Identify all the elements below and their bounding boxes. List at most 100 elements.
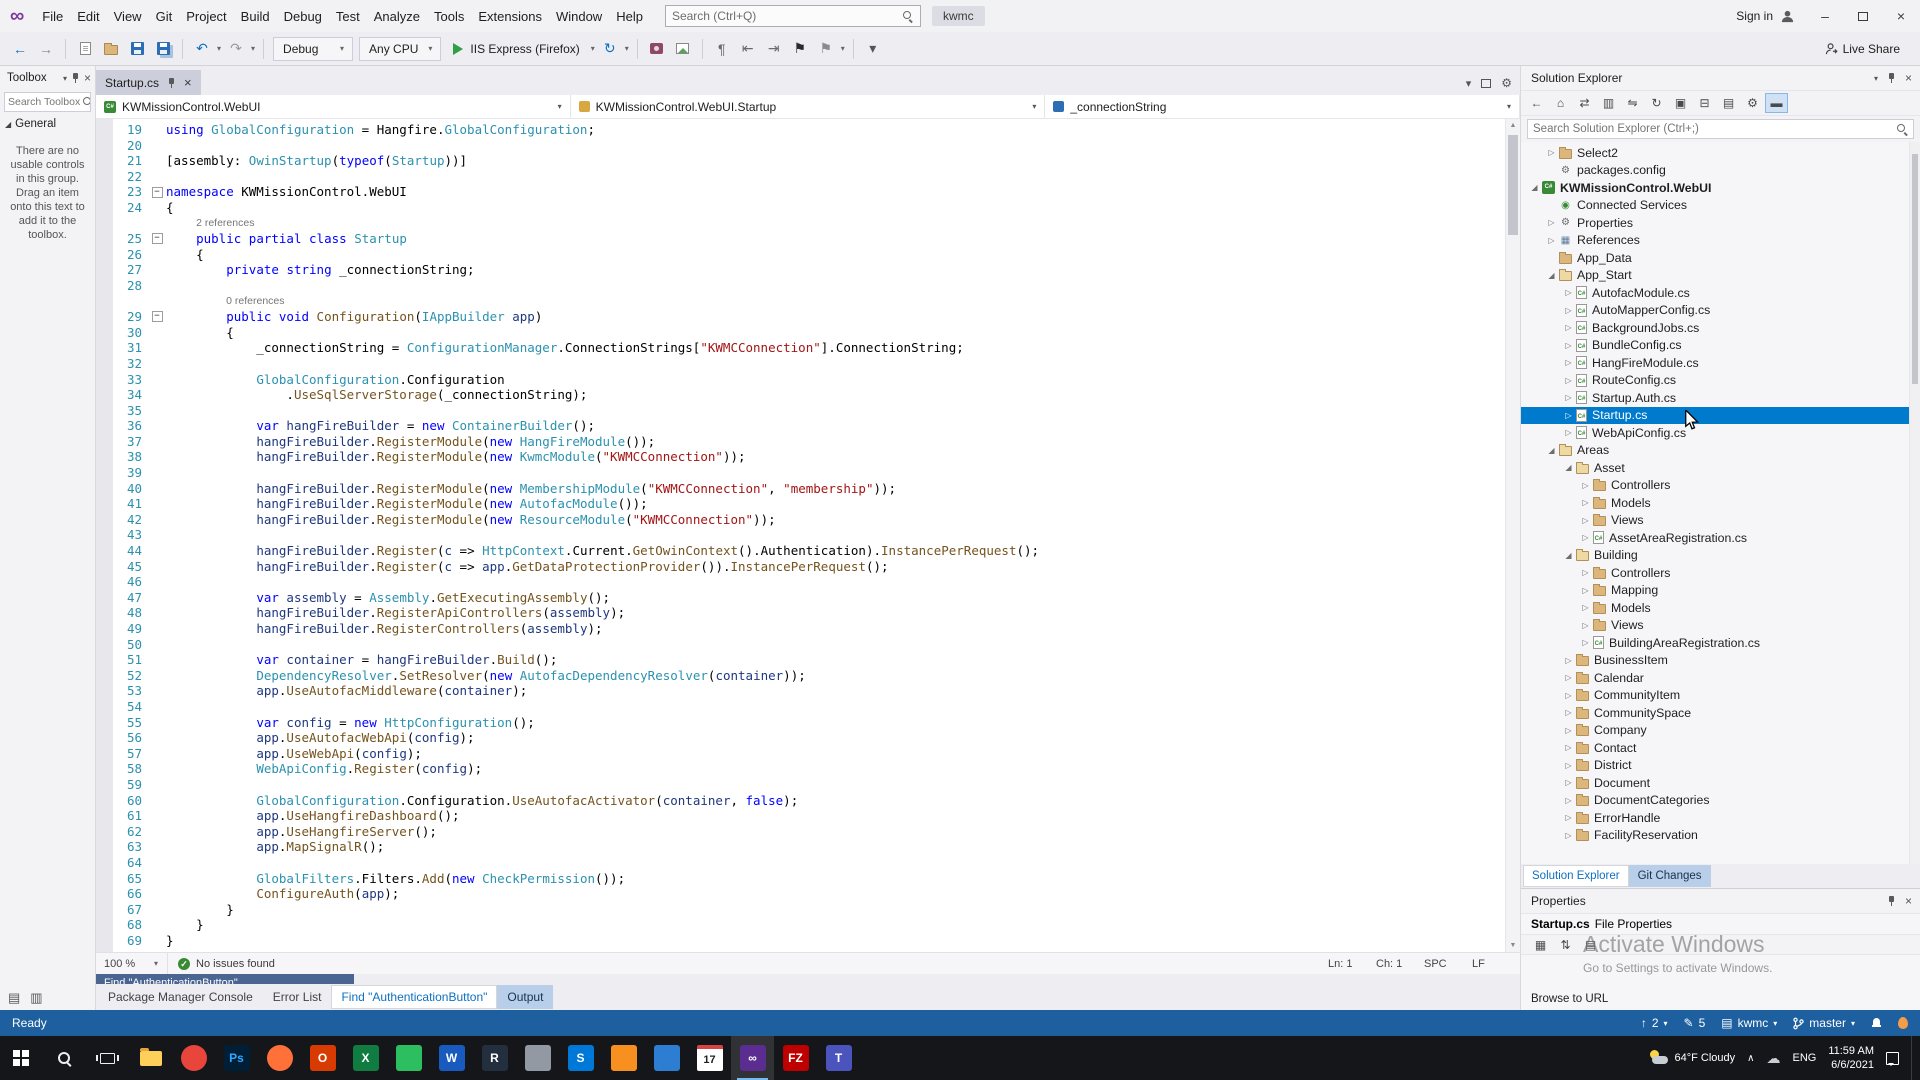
tree-item-document[interactable]: ▷ Document [1521, 774, 1920, 792]
expander-collapsed-icon[interactable]: ▷ [1578, 498, 1593, 507]
tree-item-views[interactable]: ▷ Views [1521, 617, 1920, 635]
taskbar-excel[interactable]: X [344, 1036, 387, 1080]
code-text[interactable]: hangFireBuilder.Register(c => HttpContex… [166, 543, 1039, 559]
panel-tab-find-authenticationbutton[interactable]: Find "AuthenticationButton" [331, 985, 498, 1009]
expander-collapsed-icon[interactable]: ▷ [1561, 411, 1576, 420]
expander-collapsed-icon[interactable]: ▷ [1544, 148, 1559, 157]
code-line[interactable]: 53 app.UseAutofacMiddleware(container); [96, 683, 1505, 699]
code-line[interactable]: 2 references [96, 216, 1505, 232]
code-line[interactable]: 57 app.UseWebApi(config); [96, 746, 1505, 762]
dropdown-caret-icon[interactable]: ▾ [251, 44, 255, 53]
tree-item-startup-auth-cs[interactable]: ▷ Startup.Auth.cs [1521, 389, 1920, 407]
code-text[interactable]: [assembly: OwinStartup(typeof(Startup))] [166, 153, 467, 169]
navigate-forward-icon[interactable]: → [34, 37, 58, 61]
taskbar-search[interactable] [43, 1036, 86, 1080]
dropdown-caret-icon[interactable]: ▾ [217, 44, 221, 53]
expander-expanded-icon[interactable]: ◢ [1544, 271, 1559, 280]
code-line[interactable]: 64 [96, 855, 1505, 871]
code-text[interactable]: public partial class Startup [166, 231, 407, 247]
tree-item-contact[interactable]: ▷ Contact [1521, 739, 1920, 757]
taskbar-calendar[interactable]: 17 [688, 1036, 731, 1080]
tree-item-backgroundjobs-cs[interactable]: ▷ BackgroundJobs.cs [1521, 319, 1920, 337]
pending-changes-filter-icon[interactable]: ▥ [1597, 93, 1620, 113]
image-preview-icon[interactable] [671, 37, 695, 61]
property-pages-icon[interactable]: ▤ [1579, 935, 1602, 955]
code-line[interactable]: 42 hangFireBuilder.RegisterModule(new Re… [96, 512, 1505, 528]
code-line[interactable]: 55 var config = new HttpConfiguration(); [96, 715, 1505, 731]
code-line[interactable]: 20 [96, 138, 1505, 154]
collapse-all-icon[interactable]: ⊟ [1693, 93, 1716, 113]
account-badge[interactable]: kwmc [931, 6, 985, 26]
code-line[interactable]: 27 private string _connectionString; [96, 262, 1505, 278]
code-text[interactable]: private string _connectionString; [166, 262, 474, 278]
tree-item-automapperconfig-cs[interactable]: ▷ AutoMapperConfig.cs [1521, 302, 1920, 320]
weather-widget[interactable]: 64°F Cloudy [1649, 1050, 1735, 1066]
taskbar-visual-studio[interactable]: ∞ [731, 1036, 774, 1080]
code-line[interactable]: 24 { [96, 200, 1505, 216]
menu-tools[interactable]: Tools [427, 5, 471, 28]
code-line[interactable]: 30 { [96, 325, 1505, 341]
solution-configurations-dropdown[interactable]: Debug ▾ [273, 36, 354, 61]
show-desktop-button[interactable] [1911, 1036, 1916, 1080]
expander-collapsed-icon[interactable]: ▷ [1561, 813, 1576, 822]
expander-collapsed-icon[interactable]: ▷ [1561, 708, 1576, 717]
code-line[interactable]: 25− public partial class Startup [96, 231, 1505, 247]
code-text[interactable]: app.UseAutofacMiddleware(container); [166, 683, 527, 699]
code-line[interactable]: 48 hangFireBuilder.RegisterApiController… [96, 605, 1505, 621]
code-text[interactable]: { [166, 200, 174, 216]
menu-file[interactable]: File [35, 5, 70, 28]
pending-changes[interactable]: ✎ 5 [1684, 1016, 1706, 1030]
tree-item-models[interactable]: ▷ Models [1521, 494, 1920, 512]
scrollbar-thumb[interactable] [1912, 154, 1918, 384]
code-text[interactable]: var assembly = Assembly.GetExecutingAsse… [166, 590, 610, 606]
tree-item-hangfiremodule-cs[interactable]: ▷ HangFireModule.cs [1521, 354, 1920, 372]
active-files-dropdown-icon[interactable]: ▾ [1466, 77, 1472, 90]
tree-item-webapiconfig-cs[interactable]: ▷ WebApiConfig.cs [1521, 424, 1920, 442]
taskbar-rstudio[interactable]: R [473, 1036, 516, 1080]
expander-collapsed-icon[interactable]: ▷ [1561, 691, 1576, 700]
tree-item-assetarearegistration-cs[interactable]: ▷ AssetAreaRegistration.cs [1521, 529, 1920, 547]
expander-collapsed-icon[interactable]: ▷ [1578, 533, 1593, 542]
collapsed-find-panel[interactable]: Find "AuthenticationButton" [96, 974, 1520, 984]
issues-indicator[interactable]: ✓ No issues found [168, 957, 285, 970]
code-line[interactable]: 31 _connectionString = ConfigurationMana… [96, 340, 1505, 356]
code-line[interactable]: 34 .UseSqlServerStorage(_connectionStrin… [96, 387, 1505, 403]
menu-test[interactable]: Test [329, 5, 367, 28]
code-line[interactable]: 61 app.UseHangfireDashboard(); [96, 808, 1505, 824]
code-line[interactable]: 33 GlobalConfiguration.Configuration [96, 372, 1505, 388]
preview-selected-items-icon[interactable]: ▬ [1765, 93, 1788, 113]
code-line[interactable]: 60 GlobalConfiguration.Configuration.Use… [96, 793, 1505, 809]
code-text[interactable]: WebApiConfig.Register(config); [166, 761, 482, 777]
code-text[interactable]: app.UseWebApi(config); [166, 746, 422, 762]
tree-item-errorhandle[interactable]: ▷ ErrorHandle [1521, 809, 1920, 827]
expander-collapsed-icon[interactable]: ▷ [1561, 778, 1576, 787]
code-line[interactable]: 35 [96, 403, 1505, 419]
code-line[interactable]: 39 [96, 465, 1505, 481]
code-line[interactable]: 63 app.MapSignalR(); [96, 839, 1505, 855]
save-all-icon[interactable] [151, 37, 175, 61]
expander-collapsed-icon[interactable]: ▷ [1561, 428, 1576, 437]
code-line[interactable]: 69} [96, 933, 1505, 949]
code-text[interactable]: var container = hangFireBuilder.Build(); [166, 652, 557, 668]
action-center-icon[interactable] [1886, 1051, 1899, 1066]
dropdown-caret-icon[interactable]: ▾ [841, 44, 845, 53]
tree-item-businessitem[interactable]: ▷ BusinessItem [1521, 652, 1920, 670]
close-icon[interactable]: × [1905, 71, 1912, 85]
undo-icon[interactable]: ↶ [190, 37, 214, 61]
float-window-icon[interactable] [1481, 78, 1492, 88]
tree-item-district[interactable]: ▷ District [1521, 757, 1920, 775]
nuget-icon[interactable]: ▣ [1669, 93, 1692, 113]
tree-item-documentcategories[interactable]: ▷ DocumentCategories [1521, 792, 1920, 810]
code-text[interactable]: } [166, 933, 174, 949]
navigate-backward-icon[interactable]: ← [8, 37, 32, 61]
tree-item-calendar[interactable]: ▷ Calendar [1521, 669, 1920, 687]
toggle-bookmark-icon[interactable]: ⚑ [788, 37, 812, 61]
repository-selector[interactable]: ▤ kwmc ▾ [1721, 1016, 1777, 1030]
breadcrumb-kwmissioncontrol-webui-startup[interactable]: KWMissionControl.WebUI.Startup ▾ [571, 95, 1046, 118]
pin-icon[interactable] [1887, 895, 1896, 907]
back-icon[interactable]: ← [1525, 93, 1548, 113]
expander-expanded-icon[interactable]: ◢ [1544, 446, 1559, 455]
tree-item-company[interactable]: ▷ Company [1521, 722, 1920, 740]
solution-platforms-dropdown[interactable]: Any CPU ▾ [359, 36, 442, 61]
menu-edit[interactable]: Edit [70, 5, 106, 28]
